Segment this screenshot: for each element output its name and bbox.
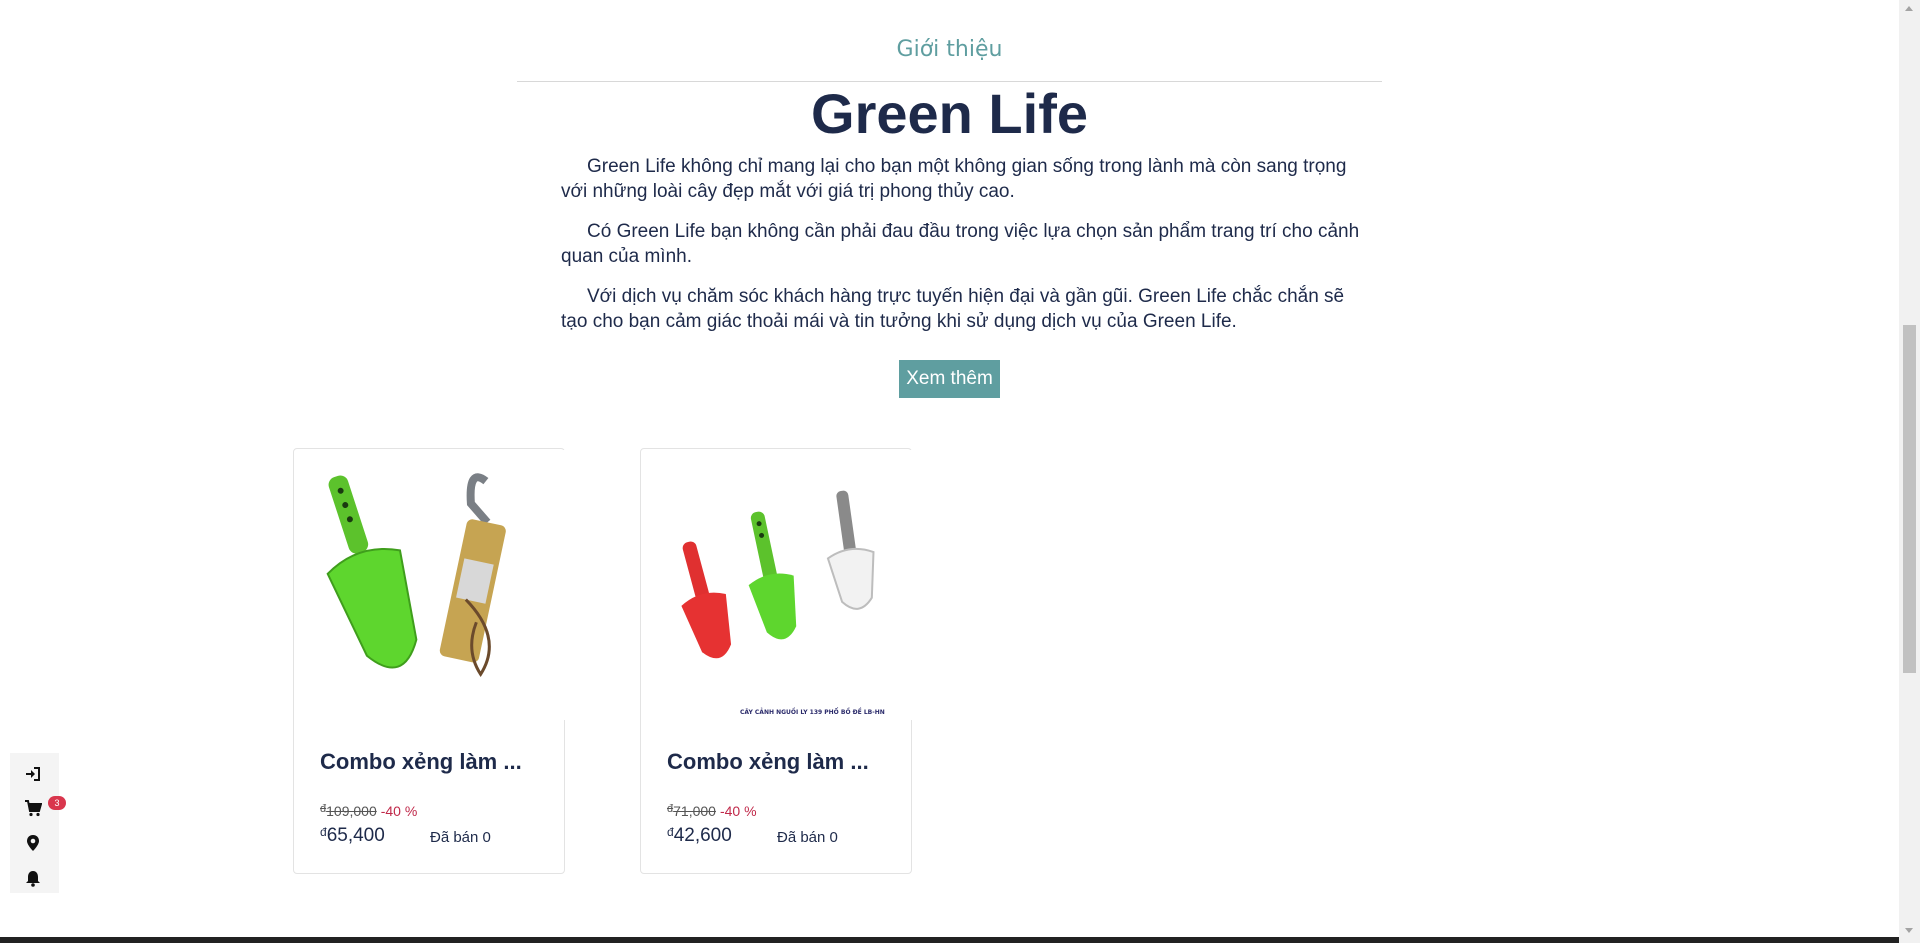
floating-sidebar: 3 [10,753,66,893]
image-caption: CÂY CẢNH NGUỒI LY 139 PHỐ BỒ ĐỀ LB-HN [740,707,885,716]
intro-paragraph: Với dịch vụ chăm sóc khách hàng trực tuy… [561,286,1345,332]
old-price-value: 71,000 [673,803,716,819]
sold-count: Đã bán 0 [430,829,491,846]
price-value: 42,600 [673,825,732,846]
currency-symbol: đ [667,825,674,839]
shovel-set-image [326,473,506,678]
page-title: Green Life [811,82,1088,145]
old-price: đ109,000 -40 % [320,803,417,819]
old-price: đ71,000 -40 % [667,803,757,819]
sign-in-icon [26,767,40,781]
currency-symbol: đ [320,825,327,839]
footer-edge [0,937,1899,943]
product-card[interactable]: Combo xẻng làm ... đ109,000 -40 % đ65,400… [293,448,565,874]
cart-button[interactable]: 3 [24,796,66,821]
scroll-thumb[interactable] [1903,325,1916,673]
intro-text: Green Life không chỉ mang lại cho bạn mộ… [561,154,1371,349]
see-more-button[interactable]: Xem thêm [899,360,1000,398]
map-marker-icon [27,835,39,851]
product-card[interactable]: CÂY CẢNH NGUỒI LY 139 PHỐ BỒ ĐỀ LB-HN Co… [640,448,912,874]
product-title[interactable]: Combo xẻng làm ... [320,749,540,775]
scrollbar[interactable] [1899,0,1920,943]
price: đ65,400 [320,825,385,847]
discount-badge: -40 % [380,803,418,819]
section-heading: Giới thiệu [517,32,1382,82]
sold-count: Đã bán 0 [777,829,838,846]
discount-badge: -40 % [719,803,757,819]
location-button[interactable] [24,834,46,856]
shovel-set-image: CÂY CẢNH NGUỒI LY 139 PHỐ BỒ ĐỀ LB-HN [681,490,885,716]
intro-paragraph: Green Life không chỉ mang lại cho bạn mộ… [561,156,1347,202]
intro-paragraph: Có Green Life bạn không cần phải đau đầu… [561,221,1360,267]
sign-in-button[interactable] [24,765,46,787]
bell-icon [26,871,40,887]
product-image[interactable]: CÂY CẢNH NGUỒI LY 139 PHỐ BỒ ĐỀ LB-HN [642,450,912,720]
notification-button[interactable] [24,869,46,891]
price-value: 65,400 [326,825,385,846]
product-title[interactable]: Combo xẻng làm ... [667,749,887,775]
product-image[interactable] [295,450,565,720]
cart-icon [25,800,42,817]
cart-count-badge: 3 [48,796,66,810]
scroll-down-arrow[interactable] [1905,928,1913,933]
old-price-value: 109,000 [326,803,377,819]
price: đ42,600 [667,825,732,847]
scroll-up-arrow[interactable] [1905,6,1913,11]
